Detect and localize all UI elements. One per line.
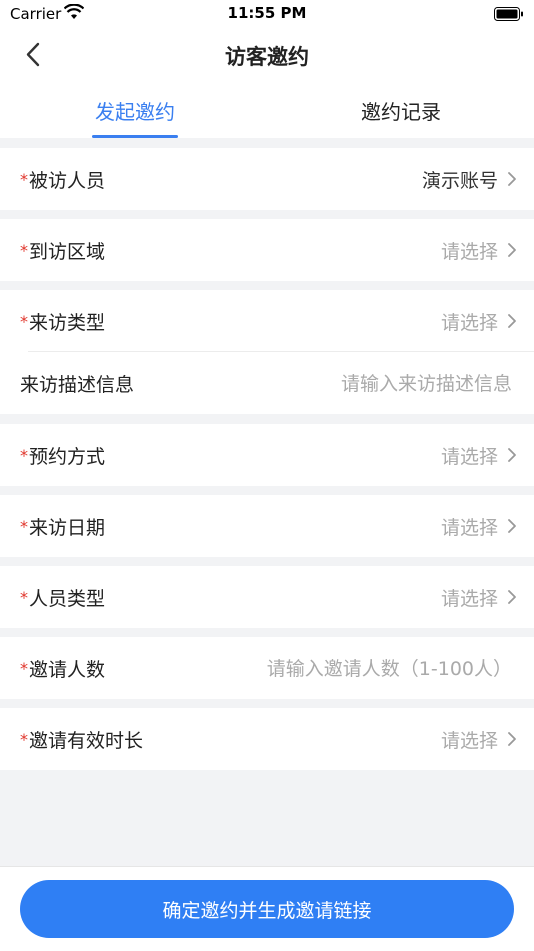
card-valid-duration: *邀请有效时长 请选择 — [0, 708, 534, 770]
tab-invite-records[interactable]: 邀约记录 — [361, 96, 441, 125]
card-visit-date: *来访日期 请选择 — [0, 495, 534, 557]
area-label: *到访区域 — [20, 237, 105, 264]
battery-icon — [494, 7, 524, 25]
card-invite-count: *邀请人数 — [0, 637, 534, 699]
invite-count-row: *邀请人数 — [0, 637, 534, 699]
person-type-value: 请选择 — [440, 588, 498, 610]
footer-bar: 确定邀约并生成邀请链接 — [0, 866, 534, 951]
required-mark: * — [20, 241, 28, 260]
page-title: 访客邀约 — [225, 45, 309, 69]
area-row[interactable]: *到访区域 请选择 — [0, 219, 534, 281]
visit-date-label-text: 来访日期 — [29, 517, 106, 539]
description-row: 来访描述信息 — [0, 352, 534, 414]
chevron-right-icon — [508, 172, 516, 186]
visit-type-value: 请选择 — [440, 312, 498, 334]
visit-date-value: 请选择 — [440, 517, 498, 539]
required-mark: * — [20, 730, 28, 749]
status-bar: Carrier 11:55 PM — [0, 0, 534, 28]
visit-type-label-text: 来访类型 — [29, 312, 106, 334]
chevron-right-icon — [508, 448, 516, 462]
invite-count-label-text: 邀请人数 — [29, 659, 106, 681]
booking-method-row[interactable]: *预约方式 请选择 — [0, 424, 534, 486]
valid-duration-label: *邀请有效时长 — [20, 726, 143, 753]
booking-method-value: 请选择 — [440, 446, 498, 468]
required-mark: * — [20, 588, 28, 607]
valid-duration-value: 请选择 — [440, 730, 498, 752]
person-type-label-text: 人员类型 — [29, 588, 106, 610]
card-area: *到访区域 请选择 — [0, 219, 534, 281]
booking-method-label-text: 预约方式 — [29, 446, 106, 468]
tab-initiate-invite[interactable]: 发起邀约 — [95, 96, 175, 125]
booking-method-label: *预约方式 — [20, 442, 105, 469]
area-label-text: 到访区域 — [29, 241, 106, 263]
nav-bar: 访客邀约 — [0, 28, 534, 82]
valid-duration-label-text: 邀请有效时长 — [29, 730, 144, 752]
chevron-right-icon — [508, 590, 516, 604]
visitee-label-text: 被访人员 — [29, 170, 106, 192]
area-value: 请选择 — [440, 241, 498, 263]
card-person-type: *人员类型 请选择 — [0, 566, 534, 628]
chevron-right-icon — [508, 732, 516, 746]
visit-type-row[interactable]: *来访类型 请选择 — [0, 290, 534, 352]
description-label: 来访描述信息 — [20, 374, 135, 396]
card-visit-type: *来访类型 请选择 来访描述信息 — [0, 290, 534, 414]
required-mark: * — [20, 659, 28, 678]
chevron-right-icon — [508, 519, 516, 533]
clock: 11:55 PM — [227, 4, 307, 22]
required-mark: * — [20, 517, 28, 536]
required-mark: * — [20, 312, 28, 331]
valid-duration-row[interactable]: *邀请有效时长 请选择 — [0, 708, 534, 770]
visitee-row[interactable]: *被访人员 演示账号 — [0, 148, 534, 210]
chevron-right-icon — [508, 243, 516, 257]
chevron-right-icon — [508, 314, 516, 328]
invite-count-input[interactable] — [210, 651, 514, 687]
visit-type-label: *来访类型 — [20, 308, 105, 335]
person-type-row[interactable]: *人员类型 请选择 — [0, 566, 534, 628]
required-mark: * — [20, 446, 28, 465]
visit-date-label: *来访日期 — [20, 513, 105, 540]
required-mark: * — [20, 170, 28, 189]
card-visitee: *被访人员 演示账号 — [0, 148, 534, 210]
card-booking-method: *预约方式 请选择 — [0, 424, 534, 486]
visitee-value: 演示账号 — [421, 170, 498, 192]
visit-date-row[interactable]: *来访日期 请选择 — [0, 495, 534, 557]
visitee-label: *被访人员 — [20, 166, 105, 193]
active-tab-indicator — [92, 135, 178, 138]
person-type-label: *人员类型 — [20, 584, 105, 611]
invite-count-label: *邀请人数 — [20, 655, 105, 682]
description-input[interactable] — [210, 366, 514, 402]
submit-invite-button[interactable]: 确定邀约并生成邀请链接 — [20, 880, 514, 938]
tab-bar: 发起邀约 邀约记录 — [0, 82, 534, 138]
